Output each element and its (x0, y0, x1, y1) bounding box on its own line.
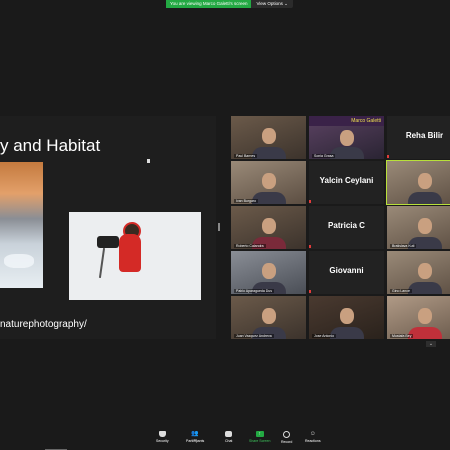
security-label: Security (156, 439, 169, 443)
arctic-photo (0, 162, 43, 288)
participant-tile[interactable]: Gino Lance (387, 251, 450, 294)
participant-name: Juan Vazquez Andreva (234, 334, 274, 338)
mouse-cursor (147, 159, 150, 163)
reactions-label: Reactions (305, 439, 321, 443)
share-screen-icon: ↑ (255, 431, 264, 437)
reactions-button[interactable]: ☺ Reactions (305, 431, 321, 443)
record-icon (283, 431, 291, 438)
participant-tile[interactable]: Marco Galetti Sonia Grasa (309, 116, 384, 159)
participant-tile[interactable]: Reha Bilir (387, 116, 450, 159)
participants-icon: 👥67 (191, 431, 199, 442)
participant-tile[interactable]: Jose Antonio (309, 296, 384, 339)
chat-label: Chat (225, 439, 233, 443)
participant-tile[interactable]: Roberto Calandra (231, 206, 306, 249)
participant-name: Ivan Burgaro (234, 199, 259, 203)
slide-title: y and Habitat (0, 136, 101, 155)
participant-name: Paul Barnes (234, 154, 258, 158)
shield-icon (158, 431, 166, 437)
screen-share-banner: You are viewing Marco Galetti's screen V… (166, 0, 293, 8)
share-screen-label: Share Screen (249, 439, 271, 443)
muted-mic-icon (309, 290, 311, 293)
marco-galetti-banner: Marco Galetti (309, 116, 384, 126)
participant-name-large: Yalcin Ceylani (319, 176, 374, 185)
participant-name: Roberto Calandra (234, 244, 266, 248)
participant-name: Pablo Aparagueda Dus (234, 289, 274, 293)
participant-tile[interactable]: Giovanni (309, 251, 384, 294)
participant-tile[interactable]: Paul Barnes (231, 116, 306, 159)
muted-mic-icon (309, 245, 311, 248)
chevron-down-icon[interactable]: ⌄ (426, 341, 436, 347)
record-button[interactable]: Record (281, 431, 292, 444)
participant-name: Gino Lance (390, 289, 412, 293)
slide-url: naturephotography/ (0, 319, 87, 330)
meeting-toolbar: Security 👥67 Participants Chat ↑ Share S… (0, 425, 450, 450)
camera-lens (97, 236, 119, 248)
participant-tile[interactable]: Mustafa Bey (387, 296, 450, 339)
participant-tile[interactable]: Pablo Aparagueda Dus (231, 251, 306, 294)
participant-name: Bratislava Kuti (390, 244, 417, 248)
participant-name-large: Patricia C (328, 221, 365, 230)
participant-name-large: Giovanni (329, 266, 364, 275)
participant-tile[interactable]: Yalcin Ceylani (309, 161, 384, 204)
photographer-red-parka (119, 234, 141, 272)
view-options-button[interactable]: View Options ⌄ (251, 0, 293, 8)
participants-label: Participants (186, 439, 205, 443)
chat-bubble-icon (225, 431, 233, 437)
muted-mic-icon (387, 155, 389, 158)
participant-tile[interactable]: Bratislava Kuti (387, 206, 450, 249)
participant-tile-active-speaker[interactable] (386, 160, 450, 205)
record-label: Record (281, 440, 293, 444)
participants-button[interactable]: 👥67 Participants (186, 431, 204, 443)
participant-tile[interactable]: Juan Vazquez Andreva (231, 296, 306, 339)
participant-tile[interactable]: Ivan Burgaro (231, 161, 306, 204)
chat-button[interactable]: Chat (225, 431, 232, 443)
participant-name: Mustafa Bey (390, 334, 414, 338)
participant-name: Sonia Grasa (312, 154, 336, 158)
smiley-plus-icon: ☺ (309, 431, 316, 437)
shared-screen: y and Habitat naturephotography/ (0, 116, 216, 339)
photographer-photo (69, 212, 201, 300)
participant-name: Jose Antonio (312, 334, 337, 338)
share-screen-button[interactable]: ↑ Share Screen (249, 431, 270, 443)
participant-tile[interactable]: Patricia C (309, 206, 384, 249)
muted-mic-icon (309, 200, 311, 203)
viewing-screen-status: You are viewing Marco Galetti's screen (166, 0, 252, 8)
security-button[interactable]: Security (156, 431, 169, 443)
split-view-handle[interactable] (218, 223, 220, 231)
tripod (98, 248, 106, 278)
participant-name-large: Reha Bilir (405, 131, 444, 140)
